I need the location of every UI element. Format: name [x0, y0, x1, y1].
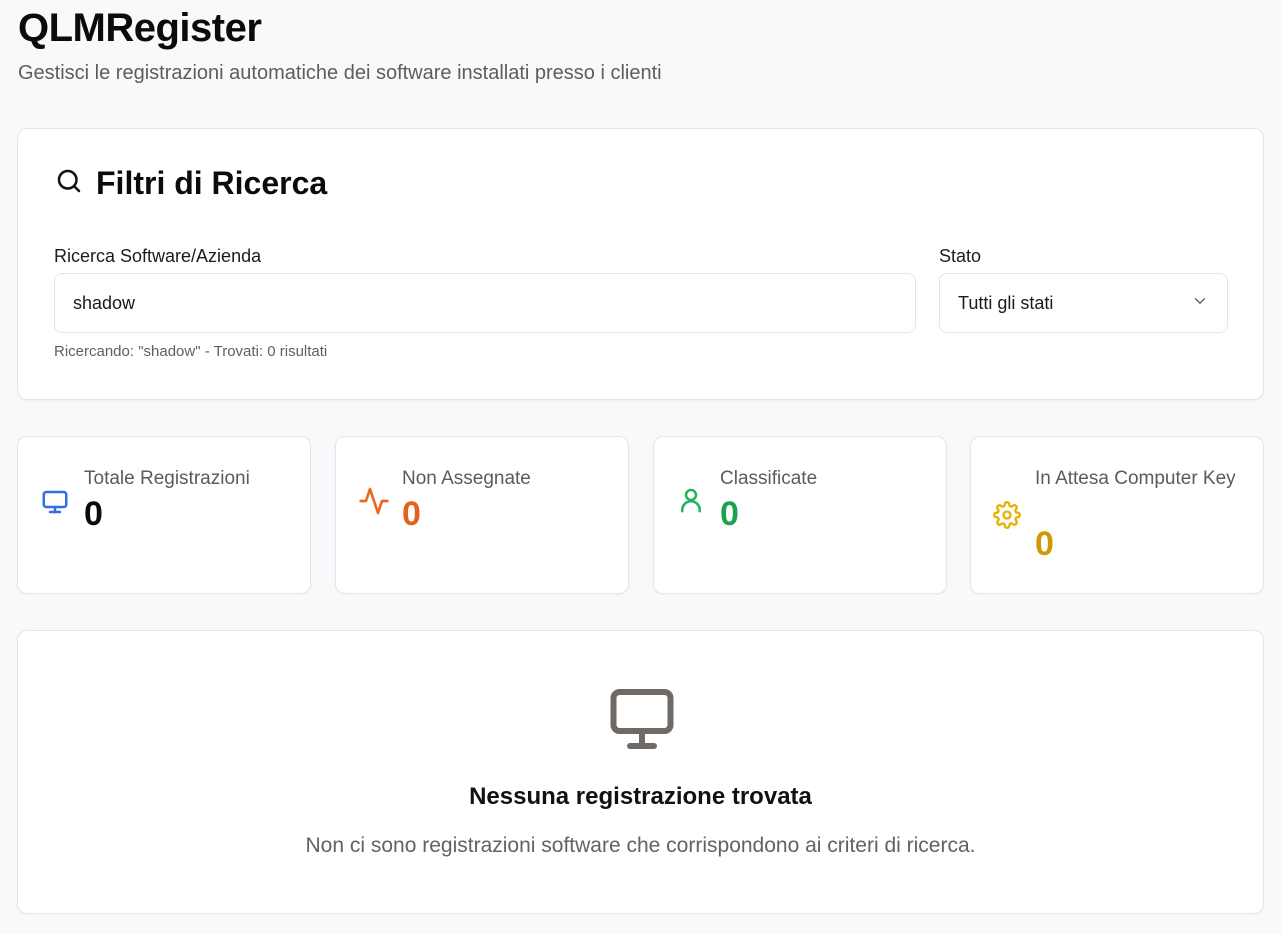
- stat-card-pending-key: In Attesa Computer Key 0: [970, 436, 1264, 594]
- empty-state-card: Nessuna registrazione trovata Non ci son…: [17, 630, 1264, 914]
- stat-label: In Attesa Computer Key: [1035, 468, 1236, 489]
- search-results-hint: Ricercando: "shadow" - Trovati: 0 risult…: [54, 343, 328, 360]
- empty-state-title: Nessuna registrazione trovata: [469, 783, 812, 810]
- stat-label: Classificate: [720, 468, 818, 489]
- activity-icon: [358, 485, 390, 522]
- status-select[interactable]: Tutti gli stati: [939, 273, 1228, 333]
- filters-title: Filtri di Ricerca: [96, 165, 328, 201]
- status-select-value: Tutti gli stati: [958, 292, 1054, 313]
- search-input-value: shadow: [73, 292, 136, 313]
- stat-value: 0: [720, 495, 739, 533]
- gear-icon: [993, 501, 1021, 534]
- chevron-down-icon: [1191, 292, 1209, 315]
- filters-header: Filtri di Ricerca: [54, 165, 327, 202]
- stat-card-total: Totale Registrazioni 0: [17, 436, 311, 594]
- empty-state-text: Non ci sono registrazioni software che c…: [305, 834, 976, 857]
- stat-value: 0: [84, 495, 103, 533]
- stat-value: 0: [1035, 525, 1054, 563]
- status-field-label: Stato: [939, 246, 982, 266]
- page-subtitle: Gestisci le registrazioni automatiche de…: [18, 62, 662, 84]
- search-field-label: Ricerca Software/Azienda: [54, 246, 262, 266]
- page-title: QLMRegister: [18, 6, 262, 50]
- filters-card: Filtri di Ricerca Ricerca Software/Azien…: [17, 128, 1264, 400]
- stat-card-unassigned: Non Assegnate 0: [335, 436, 629, 594]
- search-input[interactable]: shadow: [54, 273, 916, 333]
- stat-label: Non Assegnate: [402, 468, 531, 489]
- monitor-icon: [40, 487, 70, 522]
- stat-label: Totale Registrazioni: [84, 468, 250, 489]
- monitor-icon: [606, 683, 678, 760]
- stat-value: 0: [402, 495, 421, 533]
- stat-card-classified: Classificate 0: [653, 436, 947, 594]
- search-icon: [54, 166, 84, 201]
- user-icon: [676, 485, 706, 520]
